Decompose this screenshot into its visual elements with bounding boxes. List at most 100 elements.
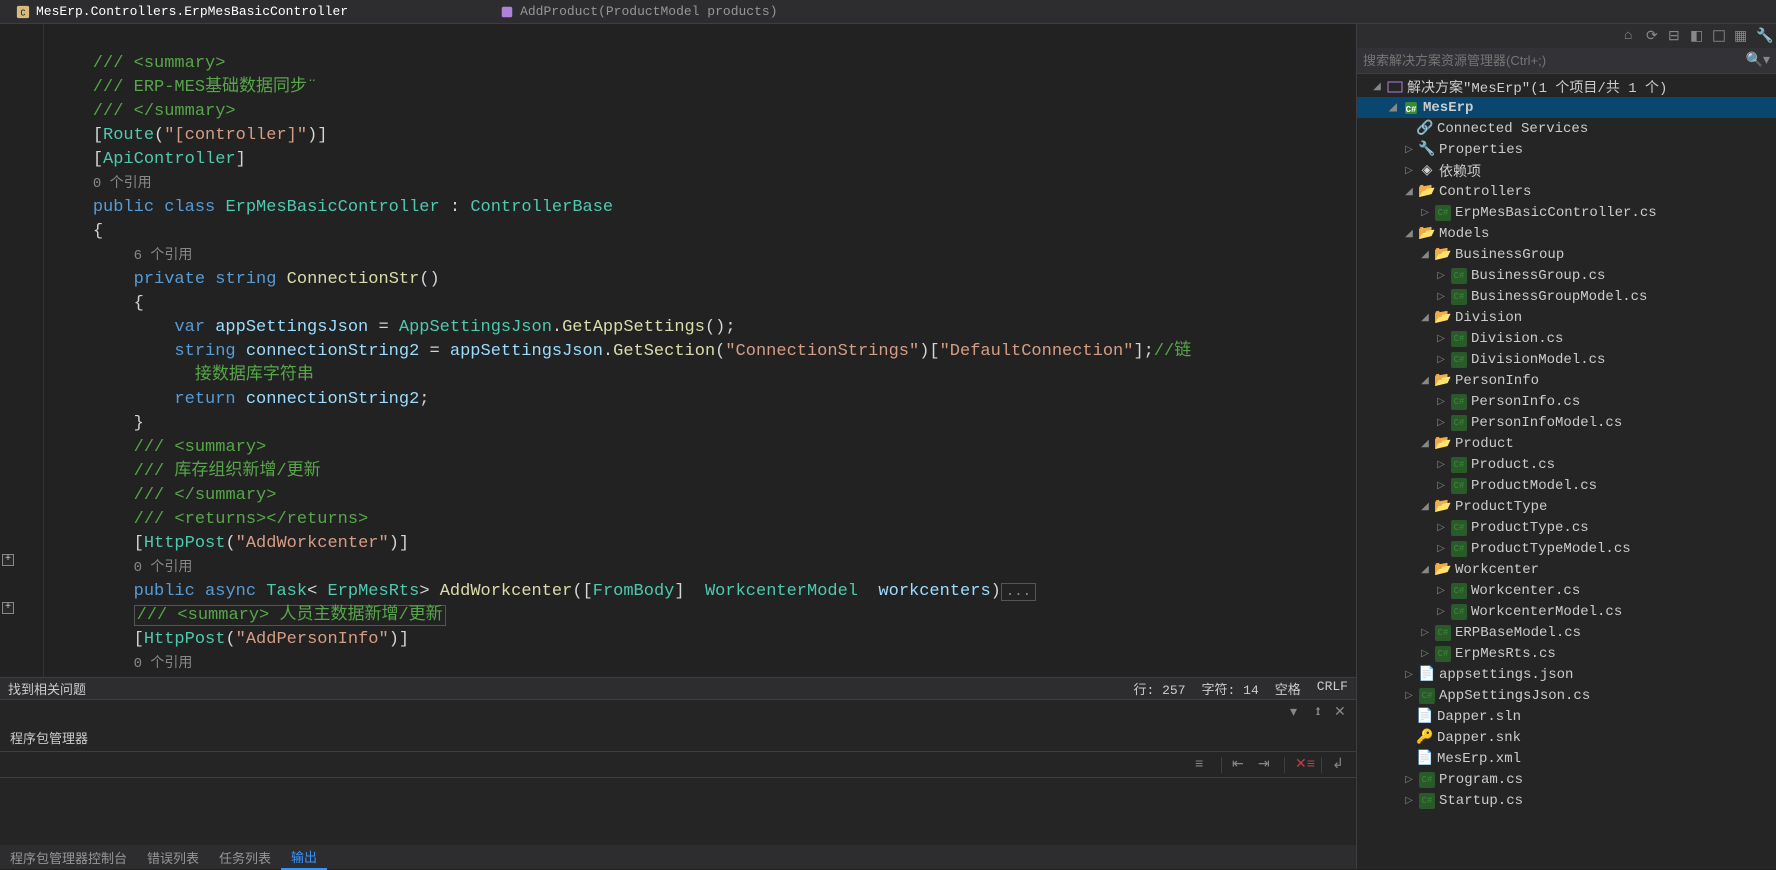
chevron-right-icon[interactable]: ▷ [1435,333,1447,345]
chevron-right-icon[interactable]: ▷ [1403,144,1415,156]
chevron-down-icon[interactable]: ◢ [1419,312,1431,324]
chevron-down-icon[interactable]: ◢ [1371,81,1383,93]
tree-file-sln[interactable]: 📄Dapper.sln [1357,706,1776,727]
chevron-right-icon[interactable]: ▷ [1403,669,1415,681]
tree-file-cs[interactable]: ▷C#ErpMesBasicController.cs [1357,202,1776,223]
home-icon[interactable]: ⌂ [1624,28,1640,44]
tree-item-deps[interactable]: ▷◈依赖项 [1357,160,1776,181]
tree-file-cs[interactable]: ▷C#DivisionModel.cs [1357,349,1776,370]
tree-file-cs[interactable]: ▷C#AppSettingsJson.cs [1357,685,1776,706]
refresh-icon[interactable]: ⟳ [1646,28,1662,44]
tree-file-cs[interactable]: ▷C#BusinessGroup.cs [1357,265,1776,286]
tree-file-cs[interactable]: ▷C#ProductTypeModel.cs [1357,538,1776,559]
chevron-right-icon[interactable]: ▷ [1419,648,1431,660]
tree-file-cs[interactable]: ▷C#ProductType.cs [1357,517,1776,538]
fold-marker[interactable]: + [2,554,14,566]
se-search-input[interactable] [1363,53,1746,68]
chevron-right-icon[interactable]: ▷ [1435,417,1447,429]
chevron-down-icon[interactable]: ◢ [1419,564,1431,576]
tree-file-cs[interactable]: ▷C#PersonInfoModel.cs [1357,412,1776,433]
tree-file-cs[interactable]: ▷C#Program.cs [1357,769,1776,790]
tree-file-cs[interactable]: ▷C#WorkcenterModel.cs [1357,601,1776,622]
tab-controller[interactable]: C MesErp.Controllers.ErpMesBasicControll… [0,2,364,21]
status-newline[interactable]: CRLF [1317,679,1348,698]
chevron-right-icon[interactable]: ▷ [1403,795,1415,807]
chevron-right-icon[interactable]: ▷ [1435,585,1447,597]
tree-folder-workcenter[interactable]: ◢📂Workcenter [1357,559,1776,580]
tree-folder-producttype[interactable]: ◢📂ProductType [1357,496,1776,517]
clear-icon[interactable]: ✕≡ [1295,757,1311,773]
chevron-right-icon[interactable]: ▷ [1403,774,1415,786]
chevron-right-icon[interactable]: ▷ [1419,627,1431,639]
tree-file-cs[interactable]: ▷C#BusinessGroupModel.cs [1357,286,1776,307]
properties-icon[interactable] [1712,28,1728,44]
collapsed-region[interactable]: ... [1001,583,1036,601]
panel-body[interactable] [0,778,1356,845]
tree-file-json[interactable]: ▷📄appsettings.json [1357,664,1776,685]
chevron-right-icon[interactable]: ▷ [1435,606,1447,618]
codelens[interactable]: 6 个引用 [134,248,193,264]
tree-file-cs[interactable]: ▷C#ErpMesRts.cs [1357,643,1776,664]
chevron-right-icon[interactable]: ▷ [1435,522,1447,534]
project-node[interactable]: ◢C#MesErp [1357,97,1776,118]
chevron-down-icon[interactable]: ◢ [1419,501,1431,513]
tree-folder-personinfo[interactable]: ◢📂PersonInfo [1357,370,1776,391]
indent-right-icon[interactable]: ⇥ [1258,757,1274,773]
fold-marker[interactable]: + [2,602,14,614]
tree-item-connected[interactable]: 🔗Connected Services [1357,118,1776,139]
code-content[interactable]: /// <summary> /// ERP-MES基础数据同步¨ /// </s… [44,24,1356,677]
chevron-right-icon[interactable]: ▷ [1419,207,1431,219]
tab-package-console[interactable]: 程序包管理器控制台 [0,846,137,869]
dropdown-icon[interactable]: ▾ [1290,705,1304,719]
status-col[interactable]: 字符: 14 [1202,679,1259,698]
tree-file-xml[interactable]: 📄MesErp.xml [1357,748,1776,769]
chevron-down-icon[interactable]: ◢ [1387,102,1399,114]
editor-gutter[interactable]: + + [0,24,44,677]
pin-icon[interactable] [1312,705,1326,719]
close-icon[interactable]: ✕ [1334,705,1348,719]
indent-left-icon[interactable]: ⇤ [1232,757,1248,773]
wrench-icon[interactable]: 🔧 [1756,28,1772,44]
tree-file-cs[interactable]: ▷C#PersonInfo.cs [1357,391,1776,412]
chevron-down-icon[interactable]: ◢ [1419,249,1431,261]
codelens[interactable]: 0 个引用 [134,656,193,672]
indent-icon[interactable]: ≡ [1195,757,1211,773]
tree-file-cs[interactable]: ▷C#Division.cs [1357,328,1776,349]
codelens[interactable]: 0 个引用 [93,176,152,192]
chevron-right-icon[interactable]: ▷ [1435,543,1447,555]
chevron-right-icon[interactable]: ▷ [1403,690,1415,702]
chevron-right-icon[interactable]: ▷ [1435,459,1447,471]
status-left[interactable]: 找到相关问题 [8,679,86,698]
tree-folder-product[interactable]: ◢📂Product [1357,433,1776,454]
preview-icon[interactable]: ▦ [1734,28,1750,44]
chevron-down-icon[interactable]: ◢ [1419,375,1431,387]
chevron-right-icon[interactable]: ▷ [1435,396,1447,408]
status-whitespace[interactable]: 空格 [1275,679,1301,698]
search-icon[interactable]: 🔍▾ [1746,52,1770,69]
tree-file-cs[interactable]: ▷C#Product.cs [1357,454,1776,475]
status-line[interactable]: 行: 257 [1134,679,1186,698]
show-all-icon[interactable]: ◧ [1690,28,1706,44]
wrap-icon[interactable]: ↲ [1332,757,1348,773]
tree-folder-controllers[interactable]: ◢📂Controllers [1357,181,1776,202]
tree-file-cs[interactable]: ▷C#ProductModel.cs [1357,475,1776,496]
tree-file-cs[interactable]: ▷C#Workcenter.cs [1357,580,1776,601]
tab-error-list[interactable]: 错误列表 [137,846,209,869]
tab-output[interactable]: 输出 [281,845,327,870]
tree-file-cs[interactable]: ▷C#ERPBaseModel.cs [1357,622,1776,643]
tab-task-list[interactable]: 任务列表 [209,846,281,869]
chevron-right-icon[interactable]: ▷ [1435,354,1447,366]
tree-folder-models[interactable]: ◢📂Models [1357,223,1776,244]
chevron-right-icon[interactable]: ▷ [1435,270,1447,282]
tree-folder-division[interactable]: ◢📂Division [1357,307,1776,328]
tree-item-properties[interactable]: ▷🔧Properties [1357,139,1776,160]
chevron-down-icon[interactable]: ◢ [1419,438,1431,450]
codelens[interactable]: 0 个引用 [134,560,193,576]
chevron-right-icon[interactable]: ▷ [1403,165,1415,177]
tree-file-snk[interactable]: 🔑Dapper.snk [1357,727,1776,748]
tab-method[interactable]: AddProduct(ProductModel products) [484,2,793,21]
tree-folder-businessgroup[interactable]: ◢📂BusinessGroup [1357,244,1776,265]
se-search[interactable]: 🔍▾ [1357,48,1776,74]
chevron-right-icon[interactable]: ▷ [1435,480,1447,492]
chevron-down-icon[interactable]: ◢ [1403,228,1415,240]
